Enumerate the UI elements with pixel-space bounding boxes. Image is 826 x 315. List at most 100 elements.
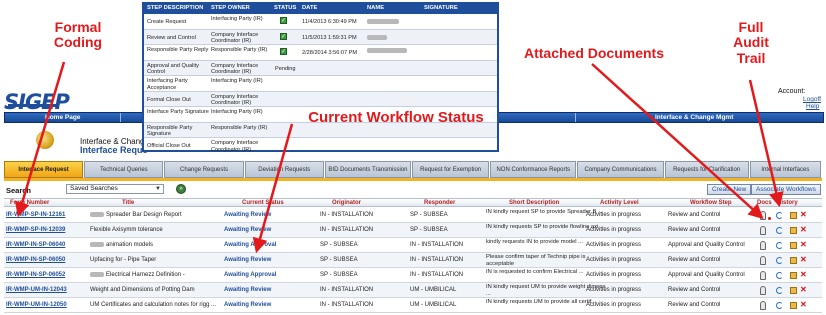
col-activity-level[interactable]: Activity Level <box>600 200 639 206</box>
originator-cell: SP - SUBSEA <box>320 242 358 248</box>
step-owner: Responsible Party (IR) <box>211 47 268 53</box>
form-number-link[interactable]: IR-WMP-SP-IN-12161 <box>6 212 65 219</box>
tab-technical-queries[interactable]: Technical Queries <box>84 161 164 178</box>
table-row[interactable]: IR-WMP-UM-IN-12043 Weight and Dimensions… <box>4 283 822 298</box>
delete-icon[interactable]: ✕ <box>800 301 807 309</box>
delete-icon[interactable]: ✕ <box>800 241 807 249</box>
attachment-icon[interactable] <box>760 241 766 250</box>
history-icon[interactable] <box>776 242 783 249</box>
col-responder[interactable]: Responder <box>424 200 455 206</box>
attachment-badge <box>768 217 771 220</box>
title-text: Spreader Bar Design Report <box>106 212 182 219</box>
originator-cell: IN - INSTALLATION <box>320 212 374 218</box>
originator-cell: SP - SUBSEA <box>320 257 358 263</box>
associate-workflows-button[interactable]: Associate Workflows <box>751 184 821 195</box>
redacted-name <box>367 34 387 40</box>
delete-icon[interactable]: ✕ <box>800 226 807 234</box>
history-icon[interactable] <box>776 302 783 309</box>
activity-cell: Activities in progress <box>586 242 642 248</box>
responder-cell: SP - SUBSEA <box>410 227 448 233</box>
step-description: Responsible Party Signature <box>147 124 193 138</box>
col-current-status[interactable]: Current Status <box>242 200 284 206</box>
tab-change-requests[interactable]: Change Requests <box>164 161 244 178</box>
workflow-step-cell: Approval and Quality Control <box>668 242 745 248</box>
table-row[interactable]: IR-WMP-SP-IN-12161 Spreader Bar Design R… <box>4 208 822 223</box>
form-number-link[interactable]: IR-WMP-UM-IN-12043 <box>6 287 67 294</box>
form-number-link[interactable]: IR-WMP-IN-SP-06052 <box>6 272 65 279</box>
edit-icon[interactable] <box>790 257 797 264</box>
edit-icon[interactable] <box>790 242 797 249</box>
tab-bid-documents[interactable]: BID Documents Transmission <box>324 161 412 178</box>
delete-icon[interactable]: ✕ <box>800 211 807 219</box>
edit-icon[interactable] <box>790 302 797 309</box>
history-icon[interactable] <box>776 227 783 234</box>
delete-icon[interactable]: ✕ <box>800 286 807 294</box>
responder-cell: UM - UMBILICAL <box>410 287 457 293</box>
tab-underline <box>4 178 822 181</box>
status-cell: Awaiting Review <box>224 287 272 293</box>
form-number-link[interactable]: IR-WMP-UM-IN-12050 <box>6 302 67 309</box>
saved-searches-select[interactable]: Saved Searches ▼ <box>66 184 164 194</box>
grid-header: Form Number Title Current Status Origina… <box>4 198 822 207</box>
responder-cell: UM - UMBILICAL <box>410 302 457 308</box>
status-cell: Awaiting Review <box>224 257 272 263</box>
history-icon[interactable] <box>776 257 783 264</box>
history-icon[interactable] <box>776 287 783 294</box>
check-icon: ✓ <box>280 17 287 24</box>
menu-divider <box>120 113 121 122</box>
responder-cell: IN - INSTALLATION <box>410 242 464 248</box>
help-link[interactable]: Help <box>806 103 819 110</box>
originator-cell: SP - SUBSEA <box>320 272 358 278</box>
attachment-icon[interactable] <box>760 301 766 310</box>
col-title[interactable]: Title <box>122 200 134 206</box>
form-number-link[interactable]: IR-WMP-IN-SP-06040 <box>6 242 65 249</box>
logoff-link[interactable]: Logoff <box>803 96 821 103</box>
edit-icon[interactable] <box>790 272 797 279</box>
search-go-icon[interactable]: » <box>176 184 186 194</box>
step-date: 2/28/2014 3:56:07 PM <box>302 50 358 56</box>
attachment-icon[interactable] <box>760 256 766 265</box>
col-form-number[interactable]: Form Number <box>10 200 49 206</box>
form-number-link[interactable]: IR-WMP-IN-SP-06050 <box>6 257 65 264</box>
menu-home[interactable]: Home Page <box>45 114 80 121</box>
saved-searches-value: Saved Searches <box>70 185 118 192</box>
delete-icon[interactable]: ✕ <box>800 271 807 279</box>
delete-icon[interactable]: ✕ <box>800 256 807 264</box>
edit-icon[interactable] <box>790 227 797 234</box>
table-row[interactable]: IR-WMP-IN-SP-06050 Upfacing for - Pipe T… <box>4 253 822 268</box>
tab-non-conformance[interactable]: NON Conformance Reports <box>490 161 577 178</box>
popup-col-signature: SIGNATURE <box>424 5 458 11</box>
table-row[interactable]: IR-WMP-IN-SP-06040 animation models Awai… <box>4 238 822 253</box>
tab-requests-clarification[interactable]: Requests for Clarification <box>664 161 749 178</box>
col-workflow-step[interactable]: Workflow Step <box>690 200 732 206</box>
tab-request-exemption[interactable]: Request for Exemption <box>412 161 490 178</box>
step-owner: Interfacing Party (IR) <box>211 109 263 115</box>
form-number-link[interactable]: IR-WMP-SP-IN-12039 <box>6 227 65 234</box>
attachment-icon[interactable] <box>760 271 766 280</box>
attachment-icon[interactable] <box>760 286 766 295</box>
history-icon[interactable] <box>776 272 783 279</box>
tab-deviation-requests[interactable]: Deviation Requests <box>244 161 324 178</box>
workflow-step-row: Formal Close Out Company Interface Coord… <box>144 91 497 107</box>
create-new-button[interactable]: Create New <box>707 184 752 195</box>
table-row[interactable]: IR-WMP-SP-IN-12039 Flexible Axisymm tole… <box>4 223 822 238</box>
col-originator[interactable]: Originator <box>332 200 361 206</box>
edit-icon[interactable] <box>790 212 797 219</box>
workflow-step-cell: Review and Control <box>668 212 721 218</box>
menu-interface-change-mgmt[interactable]: Interface & Change Mgmt <box>655 114 733 121</box>
workflow-step-row: Approval and Quality Control Company Int… <box>144 60 497 76</box>
attachment-icon[interactable] <box>760 226 766 235</box>
originator-cell: IN - INSTALLATION <box>320 287 374 293</box>
history-icon[interactable] <box>776 212 783 219</box>
col-short-description[interactable]: Short Description <box>509 200 559 206</box>
tab-company-communications[interactable]: Company Communications <box>577 161 664 178</box>
tab-interface-request[interactable]: Interface Request <box>4 161 84 178</box>
activity-cell: Activities in progress <box>586 212 642 218</box>
edit-icon[interactable] <box>790 287 797 294</box>
tab-internal-interfaces[interactable]: Internal Interfaces <box>749 161 821 178</box>
step-description: Create Request <box>147 19 187 25</box>
attachment-icon[interactable] <box>760 211 766 220</box>
step-description: Official Close Out <box>147 143 191 149</box>
table-row[interactable]: IR-WMP-IN-SP-06052 Electrical Harnezz De… <box>4 268 822 283</box>
table-row[interactable]: IR-WMP-UM-IN-12050 UM Certificates and c… <box>4 298 822 313</box>
